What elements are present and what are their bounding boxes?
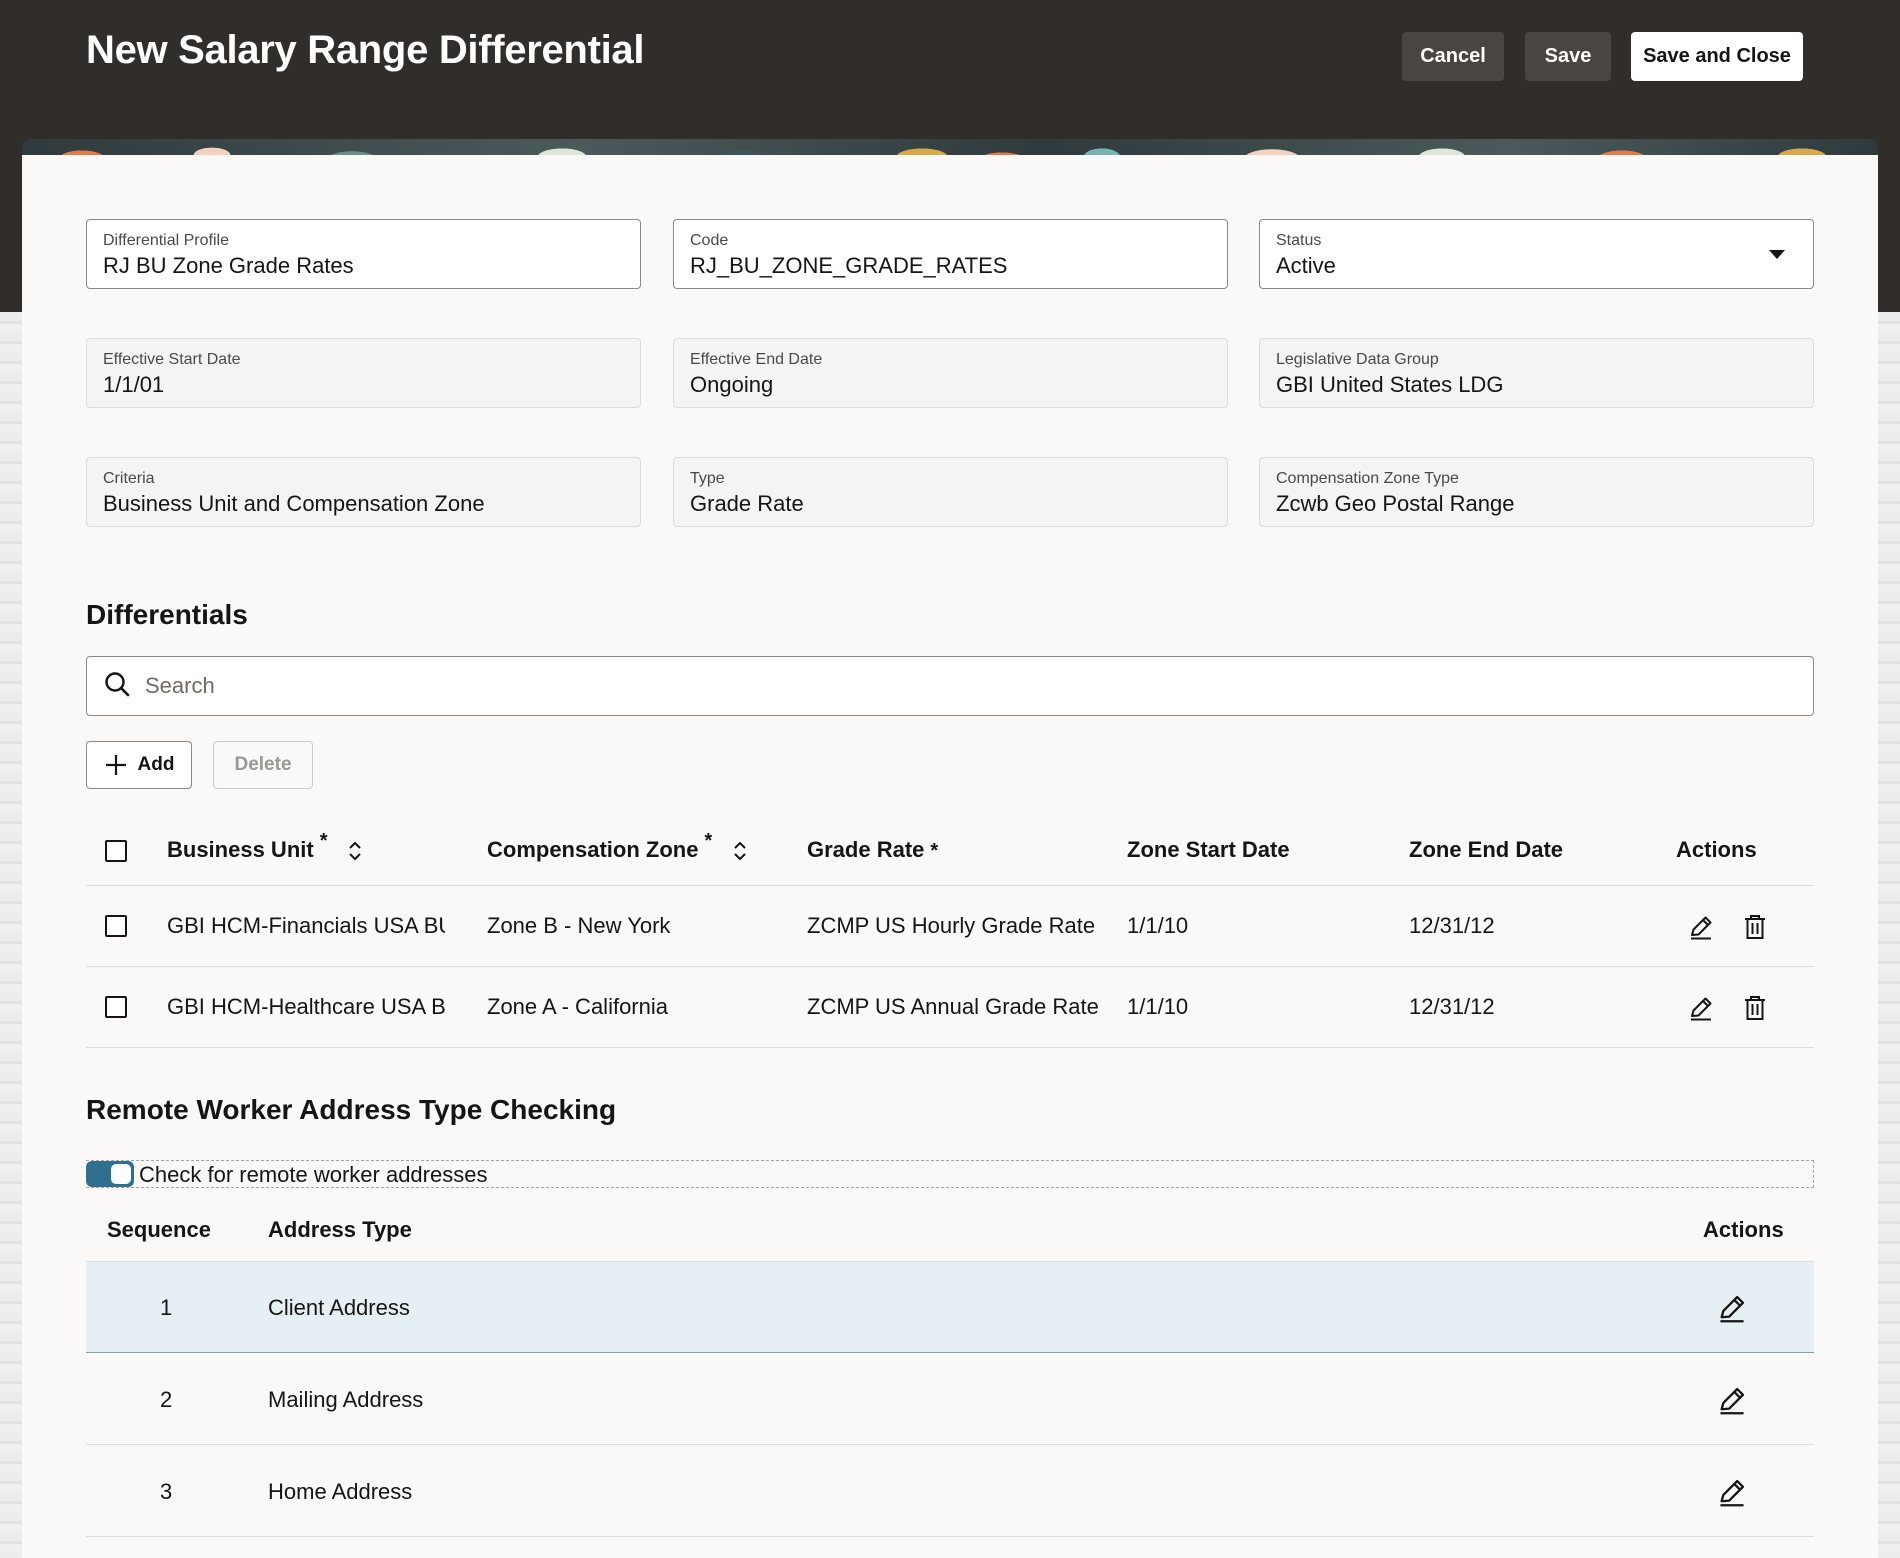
cell-business-unit: GBI HCM-Healthcare USA BU — [167, 994, 445, 1019]
row-checkbox[interactable] — [105, 915, 127, 937]
sort-icon[interactable] — [731, 840, 749, 862]
required-indicator: * — [319, 830, 328, 852]
cell-compensation-zone: Zone A - California — [487, 994, 668, 1019]
column-label: Compensation Zone — [487, 837, 699, 862]
column-label: Business Unit — [167, 837, 314, 862]
column-header-compensation-zone[interactable]: Compensation Zone * — [487, 830, 712, 863]
column-label: Grade Rate — [807, 837, 925, 862]
column-header-business-unit[interactable]: Business Unit * — [167, 830, 328, 863]
criteria-field: Criteria Business Unit and Compensation … — [86, 457, 641, 527]
remote-worker-toggle[interactable] — [86, 1161, 134, 1187]
trash-icon[interactable] — [1740, 993, 1770, 1023]
toggle-knob — [111, 1164, 131, 1184]
row-checkbox[interactable] — [105, 996, 127, 1018]
cell-address-type: Home Address — [268, 1479, 413, 1504]
toggle-label[interactable]: Check for remote worker addresses — [139, 1162, 487, 1188]
column-header-actions: Actions — [1703, 1217, 1784, 1242]
code-field[interactable]: Code RJ_BU_ZONE_GRADE_RATES — [673, 219, 1228, 289]
cancel-button[interactable]: Cancel — [1402, 32, 1504, 81]
cell-sequence: 1 — [160, 1295, 173, 1320]
field-value[interactable]: Active — [1276, 251, 1797, 281]
row-divider — [86, 1352, 1814, 1353]
cell-sequence: 3 — [160, 1479, 173, 1504]
cell-zone-end-date: 12/31/12 — [1409, 994, 1495, 1019]
status-select[interactable]: Status Active — [1259, 219, 1814, 289]
cell-zone-end-date: 12/31/12 — [1409, 913, 1495, 938]
field-label: Effective Start Date — [103, 351, 241, 368]
column-header-grade-rate[interactable]: Grade Rate * — [807, 837, 938, 863]
effective-start-date-field: Effective Start Date 1/1/01 — [86, 338, 641, 408]
field-label: Compensation Zone Type — [1276, 470, 1459, 487]
pencil-icon[interactable] — [1686, 912, 1716, 942]
page-title: New Salary Range Differential — [86, 28, 645, 72]
cell-business-unit: GBI HCM-Financials USA BU — [167, 913, 445, 938]
plus-icon — [104, 753, 128, 777]
field-value: Zcwb Geo Postal Range — [1276, 491, 1515, 516]
sort-icon[interactable] — [346, 840, 364, 862]
column-header-actions: Actions — [1676, 837, 1757, 862]
row-divider — [86, 1444, 1814, 1445]
background-pattern — [0, 312, 22, 1558]
pencil-icon[interactable] — [1716, 1292, 1748, 1324]
cell-zone-start-date: 1/1/10 — [1127, 994, 1189, 1019]
field-label: Status — [1276, 232, 1322, 249]
remote-worker-heading: Remote Worker Address Type Checking — [86, 1094, 617, 1125]
cell-sequence: 2 — [160, 1387, 173, 1412]
field-value[interactable]: RJ_BU_ZONE_GRADE_RATES — [690, 251, 1211, 281]
select-all-checkbox[interactable] — [105, 840, 127, 862]
required-indicator: * — [704, 830, 713, 852]
type-field: Type Grade Rate — [673, 457, 1228, 527]
field-label: Type — [690, 470, 725, 487]
field-label: Differential Profile — [103, 232, 229, 249]
required-indicator: * — [930, 840, 939, 862]
field-value: Business Unit and Compensation Zone — [103, 491, 485, 516]
cell-address-type: Mailing Address — [268, 1387, 424, 1412]
cell-zone-start-date: 1/1/10 — [1127, 913, 1189, 938]
effective-end-date-field: Effective End Date Ongoing — [673, 338, 1228, 408]
column-header-address-type: Address Type — [268, 1217, 412, 1242]
delete-button[interactable]: Delete — [213, 741, 313, 789]
field-label: Legislative Data Group — [1276, 351, 1439, 368]
cell-grade-rate: ZCMP US Hourly Grade Rate — [807, 913, 1096, 938]
field-value: 1/1/01 — [103, 372, 165, 397]
cell-compensation-zone: Zone B - New York — [487, 913, 671, 938]
column-header-zone-end-date[interactable]: Zone End Date — [1409, 837, 1563, 863]
differentials-search[interactable] — [86, 656, 1814, 716]
column-header-zone-start-date[interactable]: Zone Start Date — [1127, 837, 1290, 863]
save-button[interactable]: Save — [1525, 32, 1611, 81]
legislative-data-group-field: Legislative Data Group GBI United States… — [1259, 338, 1814, 408]
search-icon — [103, 670, 131, 703]
pencil-icon[interactable] — [1686, 993, 1716, 1023]
row-divider — [86, 885, 1814, 886]
row-divider — [86, 1047, 1814, 1048]
cell-address-type: Client Address — [268, 1295, 410, 1320]
pencil-icon[interactable] — [1716, 1384, 1748, 1416]
pencil-icon[interactable] — [1716, 1476, 1748, 1508]
differential-profile-field[interactable]: Differential Profile RJ BU Zone Grade Ra… — [86, 219, 641, 289]
field-value[interactable]: RJ BU Zone Grade Rates — [103, 251, 624, 281]
cell-grade-rate: ZCMP US Annual Grade Rate — [807, 994, 1099, 1019]
row-divider — [86, 966, 1814, 967]
field-value: GBI United States LDG — [1276, 372, 1504, 397]
chevron-down-icon[interactable] — [1769, 250, 1785, 259]
field-value: Grade Rate — [690, 491, 804, 516]
field-value: Ongoing — [690, 372, 774, 397]
add-button[interactable]: Add — [86, 741, 192, 789]
background-pattern — [1878, 312, 1900, 1558]
differentials-heading: Differentials — [86, 599, 248, 630]
add-label: Add — [137, 754, 175, 775]
field-label: Effective End Date — [690, 351, 823, 368]
trash-icon[interactable] — [1740, 912, 1770, 942]
row-divider — [86, 1536, 1814, 1537]
column-header-sequence: Sequence — [107, 1217, 211, 1242]
field-label: Code — [690, 232, 729, 249]
save-and-close-button[interactable]: Save and Close — [1631, 32, 1803, 81]
search-input[interactable] — [145, 673, 1745, 699]
field-label: Criteria — [103, 470, 155, 487]
compensation-zone-type-field: Compensation Zone Type Zcwb Geo Postal R… — [1259, 457, 1814, 527]
